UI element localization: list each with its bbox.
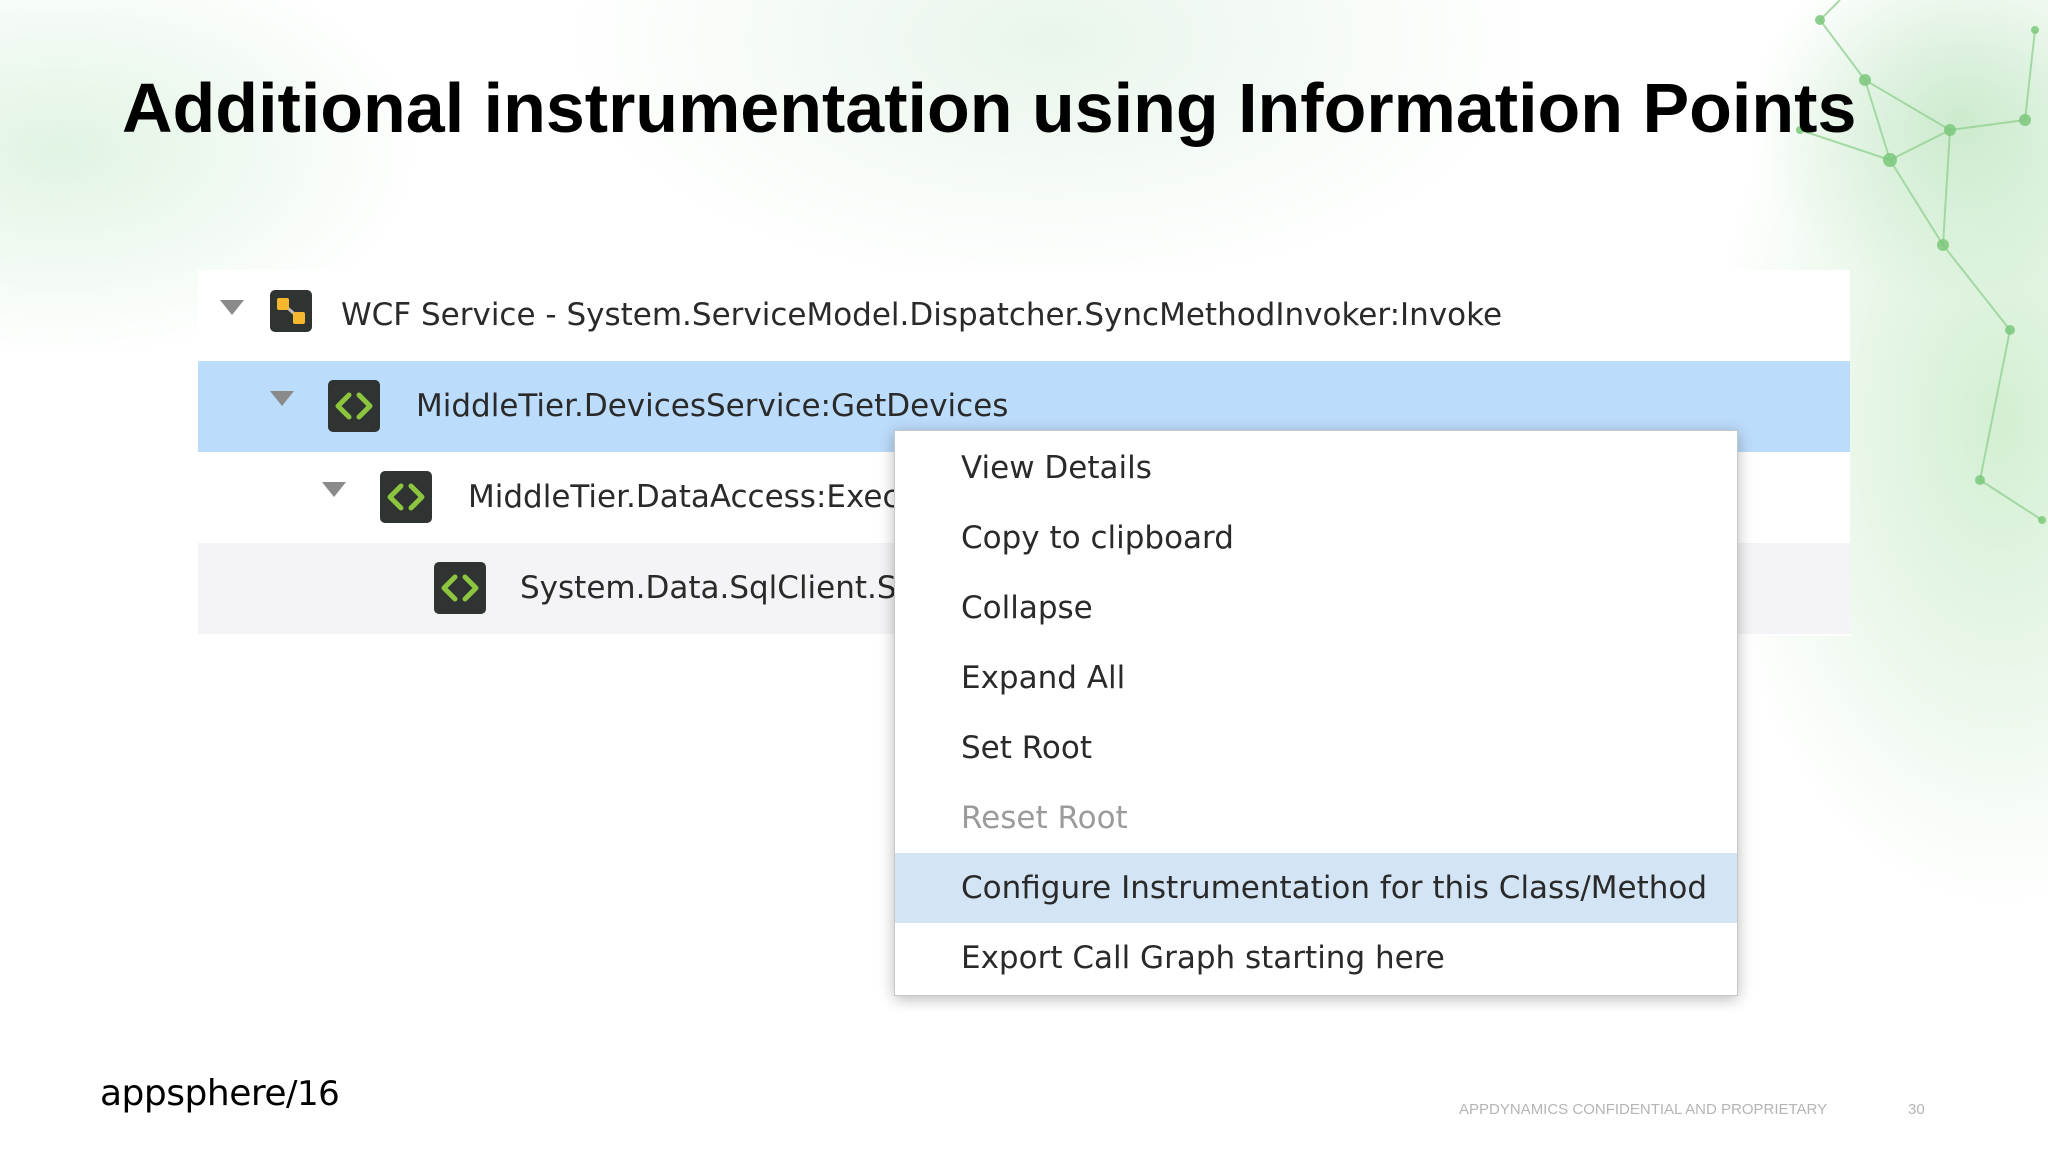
menu-item-expand-all[interactable]: Expand All bbox=[895, 643, 1737, 713]
menu-item-configure-instrumentation[interactable]: Configure Instrumentation for this Class… bbox=[895, 853, 1737, 923]
menu-item-set-root[interactable]: Set Root bbox=[895, 713, 1737, 783]
brand-name: appsphere bbox=[100, 1073, 287, 1114]
page-number: 30 bbox=[1908, 1101, 1925, 1118]
menu-item-view-details[interactable]: View Details bbox=[895, 433, 1737, 503]
appsphere-logo: appsphere/16 bbox=[100, 1064, 340, 1124]
menu-item-reset-root: Reset Root bbox=[961, 800, 1128, 836]
code-icon bbox=[328, 380, 380, 432]
tree-row-label: WCF Service - System.ServiceModel.Dispat… bbox=[341, 297, 1503, 333]
tree-row-label: System.Data.SqlClient.Sql bbox=[520, 570, 925, 606]
menu-item-collapse[interactable]: Collapse bbox=[895, 573, 1737, 643]
expand-caret-icon[interactable] bbox=[220, 300, 244, 315]
expand-caret-icon[interactable] bbox=[270, 391, 294, 406]
menu-item-export-call-graph[interactable]: Export Call Graph starting here bbox=[895, 923, 1737, 993]
slide-title: Additional instrumentation using Informa… bbox=[122, 69, 1857, 147]
code-icon bbox=[434, 562, 486, 614]
context-menu: View Details Copy to clipboard Collapse … bbox=[894, 430, 1738, 996]
slide: Additional instrumentation using Informa… bbox=[0, 0, 2048, 1152]
tree-row-label: MiddleTier.DataAccess:Execu bbox=[468, 479, 920, 515]
confidential-notice: APPDYNAMICS CONFIDENTIAL AND PROPRIETARY bbox=[1459, 1101, 1828, 1118]
service-icon bbox=[270, 290, 312, 332]
expand-caret-icon[interactable] bbox=[322, 482, 346, 497]
tree-row-wcf-service[interactable]: WCF Service - System.ServiceModel.Dispat… bbox=[198, 270, 1850, 361]
code-icon bbox=[380, 471, 432, 523]
menu-item-copy-to-clipboard[interactable]: Copy to clipboard bbox=[895, 503, 1737, 573]
brand-suffix: /16 bbox=[286, 1074, 340, 1114]
